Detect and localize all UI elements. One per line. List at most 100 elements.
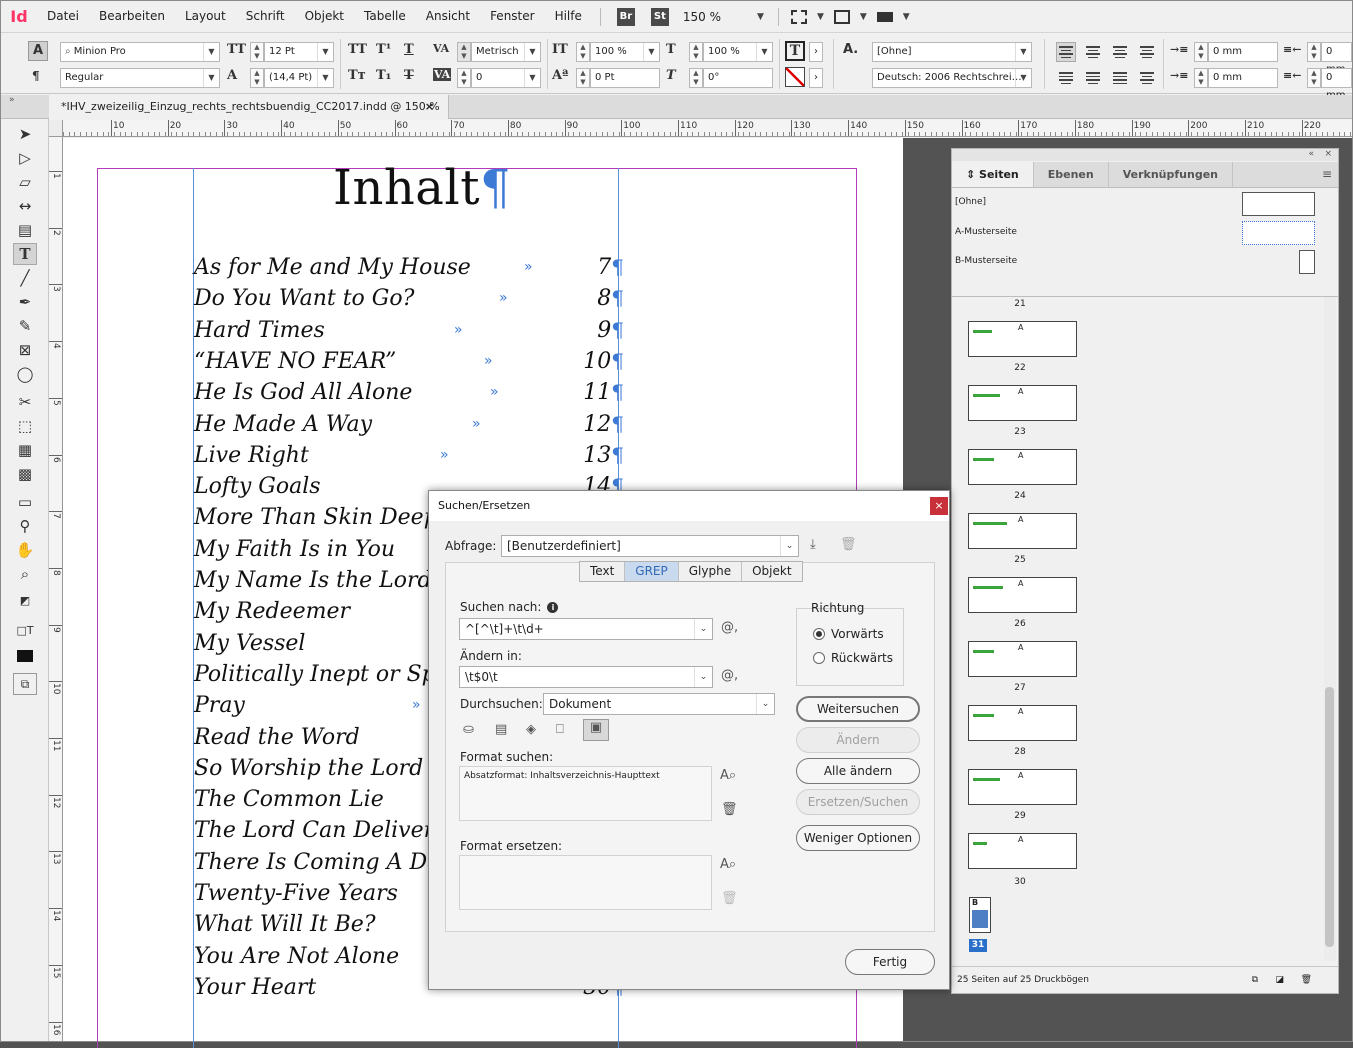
bridge-button[interactable]: Br <box>616 7 635 26</box>
panel-menu-icon[interactable]: ≡ <box>1322 167 1332 181</box>
master-none-thumb[interactable] <box>1242 192 1315 216</box>
leading-stepper[interactable]: ▲ ▼ <box>250 68 264 88</box>
left-indent-field[interactable]: 0 mm <box>1208 42 1278 62</box>
delete-page-icon[interactable]: 🗑 <box>1301 967 1312 993</box>
formatting-affects-text-icon[interactable]: □T <box>13 619 37 641</box>
eyedropper-tool-icon[interactable]: ⚲ <box>13 515 37 537</box>
content-collector-icon[interactable]: ▤ <box>13 219 37 241</box>
selection-tool-icon[interactable]: ➤ <box>13 123 37 145</box>
apply-color-icon[interactable] <box>13 645 37 667</box>
right-indent-field[interactable]: 0 mm <box>1321 42 1352 75</box>
page-title[interactable]: Inhalt¶ <box>333 160 511 216</box>
zoom-tool-icon[interactable]: ⌕ <box>13 563 37 585</box>
change-all-button[interactable]: Alle ändern <box>796 758 920 784</box>
leading-field[interactable]: (14,4 Pt) ▼ <box>264 68 334 88</box>
font-size-stepper[interactable]: ▲ ▼ <box>250 42 264 62</box>
specify-replace-format-icon[interactable]: A⌕ <box>720 857 736 872</box>
menu-item-objekt[interactable]: Objekt <box>295 1 354 32</box>
free-transform-tool-icon[interactable]: ⬚ <box>13 415 37 437</box>
gradient-feather-tool-icon[interactable]: ▩ <box>13 463 37 485</box>
horizontal-scale-field[interactable]: 100 % ▼ <box>703 42 773 62</box>
subscript-icon[interactable]: T₁ <box>376 68 391 83</box>
paragraph-mode-icon[interactable]: ¶ <box>32 69 40 83</box>
note-tool-icon[interactable]: ▭ <box>13 491 37 513</box>
baseline-shift-field[interactable]: 0 Pt <box>590 68 660 88</box>
stock-button[interactable]: St <box>650 7 669 26</box>
toc-entry[interactable]: Live Right » 13¶ <box>194 443 624 474</box>
change-find-button[interactable]: Ersetzen/Suchen <box>796 789 920 815</box>
arrange-documents-icon[interactable] <box>876 11 893 22</box>
page-thumbnail[interactable]: A <box>968 705 1077 741</box>
direct-selection-tool-icon[interactable]: ▷ <box>13 147 37 169</box>
baseline-shift-stepper[interactable]: ▲ ▼ <box>576 68 590 88</box>
right-indent-stepper[interactable]: ▲ ▼ <box>1307 42 1321 62</box>
vertical-scale-field[interactable]: 100 % ▼ <box>590 42 660 62</box>
close-document-icon[interactable]: × <box>425 95 434 119</box>
page-31-label[interactable]: 31 <box>969 939 987 952</box>
last-line-indent-stepper[interactable]: ▲ ▼ <box>1307 68 1321 88</box>
pen-tool-icon[interactable]: ✒ <box>13 291 37 313</box>
menu-item-bearbeiten[interactable]: Bearbeiten <box>89 1 175 32</box>
screen-mode-dropdown-icon[interactable]: ▼ <box>860 12 867 22</box>
replace-format-box[interactable] <box>459 855 712 910</box>
master-b-label[interactable]: B-Musterseite <box>955 256 1017 266</box>
hand-tool-icon[interactable]: ✋ <box>13 539 37 561</box>
strikethrough-icon[interactable]: T <box>404 68 414 83</box>
master-a-label[interactable]: A-Musterseite <box>955 227 1017 237</box>
page-thumbnail[interactable]: A <box>968 833 1077 869</box>
find-format-box[interactable]: Absatzformat: Inhaltsverzeichnis-Hauptte… <box>459 766 712 821</box>
small-caps-icon[interactable]: Tт <box>348 68 366 83</box>
page-thumbnail[interactable]: A <box>968 641 1077 677</box>
clear-find-format-icon[interactable]: 🗑 <box>721 802 738 817</box>
line-tool-icon[interactable]: ╱ <box>13 267 37 289</box>
last-line-indent-field[interactable]: 0 mm <box>1321 68 1352 101</box>
page-size-icon[interactable]: ⧉ <box>1252 967 1258 993</box>
search-input[interactable]: ^[^\t]+\t\d+ ⌄ <box>459 618 713 640</box>
kerning-stepper[interactable]: ▲ ▼ <box>457 42 471 62</box>
replace-special-chars-icon[interactable]: @, <box>721 668 738 683</box>
master-none-label[interactable]: [Ohne] <box>955 197 986 207</box>
gradient-swatch-tool-icon[interactable]: ▦ <box>13 439 37 461</box>
toc-entry[interactable]: Do You Want to Go? » 8¶ <box>194 286 624 317</box>
document-tab[interactable]: *IHV_zweizeilig_Einzug_rechts_rechtsbuen… <box>49 95 449 119</box>
justify-center-button[interactable] <box>1083 68 1103 88</box>
tab-layers[interactable]: Ebenen <box>1034 162 1109 187</box>
ellipse-tool-icon[interactable]: ◯ <box>13 363 37 385</box>
toc-entry[interactable]: Hard Times » 9¶ <box>194 318 624 349</box>
query-select[interactable]: [Benutzerdefiniert] ⌄ <box>501 535 799 557</box>
left-indent-stepper[interactable]: ▲ ▼ <box>1194 42 1208 62</box>
pages-scrollbar-thumb[interactable] <box>1325 687 1334 947</box>
replace-input[interactable]: \t$0\t ⌄ <box>459 666 713 688</box>
align-left-button[interactable] <box>1056 42 1076 62</box>
rectangle-frame-tool-icon[interactable]: ⊠ <box>13 339 37 361</box>
menu-item-schrift[interactable]: Schrift <box>236 1 295 32</box>
align-right-button[interactable] <box>1110 42 1130 62</box>
align-towards-spine-button[interactable] <box>1137 42 1157 62</box>
page-31-thumb[interactable]: B <box>969 897 991 933</box>
dialog-title-bar[interactable]: Suchen/Ersetzen × <box>429 491 949 521</box>
first-line-indent-field[interactable]: 0 mm <box>1208 68 1278 88</box>
dialog-close-icon[interactable]: × <box>930 497 948 515</box>
save-query-icon[interactable]: ⤓ <box>810 537 816 552</box>
fill-text-icon[interactable]: T <box>785 41 805 61</box>
specify-find-format-icon[interactable]: A⌕ <box>720 768 736 783</box>
view-options-icon[interactable] <box>790 9 807 24</box>
tracking-field[interactable]: 0 ▼ <box>471 68 541 88</box>
page-thumbnail[interactable]: A <box>968 321 1077 357</box>
change-button[interactable]: Ändern <box>796 727 920 753</box>
tab-grep[interactable]: GREP <box>625 562 679 581</box>
page-thumbnail[interactable]: A <box>968 769 1077 805</box>
character-mode-icon[interactable]: A <box>28 41 48 61</box>
toc-entry[interactable]: “HAVE NO FEAR” » 10¶ <box>194 349 624 380</box>
type-tool-icon[interactable]: T <box>13 243 37 265</box>
page-thumbnail[interactable]: A <box>968 385 1077 421</box>
font-style-field[interactable]: Regular ▼ <box>60 68 220 88</box>
panel-close-icon[interactable]: × <box>1324 149 1332 159</box>
tab-objekt[interactable]: Objekt <box>742 562 801 581</box>
panel-collapse-icon[interactable]: » <box>9 95 15 105</box>
fill-stroke-swatch-icon[interactable]: ◩ <box>13 589 37 611</box>
align-away-spine-button[interactable] <box>1137 68 1157 88</box>
page-thumbnail[interactable]: A <box>968 577 1077 613</box>
tracking-stepper[interactable]: ▲ ▼ <box>457 68 471 88</box>
underline-icon[interactable]: T <box>404 42 414 57</box>
